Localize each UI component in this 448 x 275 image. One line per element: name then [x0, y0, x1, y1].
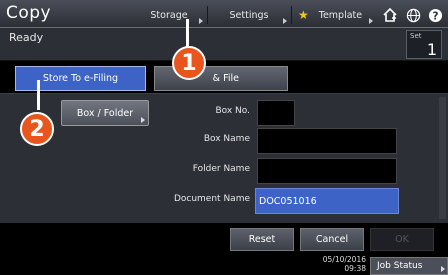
callout-2: 2 [20, 112, 54, 146]
tab-store-to-efiling[interactable]: Store To e-Filing [15, 66, 146, 91]
top-bar: Copy Storage Settings ★ Template ? [0, 0, 448, 28]
box-name-field[interactable] [257, 128, 397, 154]
globe-icon[interactable] [404, 5, 422, 25]
chevron-right-icon [199, 18, 203, 24]
storage-label: Storage [150, 9, 188, 21]
folder-name-label: Folder Name [192, 164, 250, 174]
job-status-label: Job Status [377, 261, 423, 271]
settings-button[interactable]: Settings [208, 5, 290, 25]
chevron-right-icon [369, 18, 373, 24]
footer: 05/10/2016 09:38 Job Status [0, 255, 448, 275]
star-icon: ★ [298, 8, 309, 22]
scrollbar[interactable] [439, 97, 446, 219]
set-counter: Set 1 [406, 30, 442, 59]
set-label: Set [410, 32, 422, 40]
box-folder-button[interactable]: Box / Folder [61, 100, 149, 126]
settings-label: Settings [229, 9, 269, 21]
help-icon[interactable]: ? [426, 5, 444, 25]
tab-label: & File [212, 73, 239, 84]
callout-1-pointer [186, 19, 189, 49]
template-label: Template [318, 9, 363, 21]
tab-label: Store To e-Filing [42, 73, 119, 84]
callout-2-pointer [37, 80, 40, 110]
date-text: 05/10/2016 [322, 255, 366, 264]
ok-button[interactable]: OK [370, 228, 434, 251]
app-title: Copy [6, 3, 52, 23]
chevron-right-icon [141, 117, 145, 123]
chevron-right-icon [283, 18, 287, 24]
job-status-button[interactable]: Job Status [370, 257, 448, 275]
cancel-button[interactable]: Cancel [300, 228, 364, 251]
folder-name-field[interactable] [257, 158, 397, 184]
status-bar: Ready Set 1 [0, 28, 448, 61]
document-name-label: Document Name [173, 194, 250, 204]
action-bar: Reset Cancel OK [0, 225, 448, 255]
storage-button[interactable]: Storage [132, 5, 206, 25]
time-text: 09:38 [344, 264, 366, 273]
box-no-label: Box No. [215, 106, 250, 116]
box-name-label: Box Name [203, 134, 250, 144]
callout-1: 1 [172, 46, 206, 80]
reset-button[interactable]: Reset [230, 228, 294, 251]
set-value: 1 [426, 40, 437, 59]
template-button[interactable]: ★ Template [292, 5, 376, 25]
tab-row: Store To e-Filing & File [0, 61, 448, 93]
box-folder-label: Box / Folder [76, 107, 134, 119]
date-time: 05/10/2016 09:38 [323, 255, 366, 273]
home-icon[interactable] [380, 5, 400, 25]
main-panel: Box / Folder Box No. Box Name Folder Nam… [0, 93, 448, 223]
box-no-field[interactable] [257, 100, 295, 126]
svg-text:?: ? [432, 10, 438, 22]
document-name-field[interactable]: DOC051016 [255, 188, 399, 214]
chevron-right-icon [441, 266, 445, 272]
status-message: Ready [9, 31, 44, 44]
